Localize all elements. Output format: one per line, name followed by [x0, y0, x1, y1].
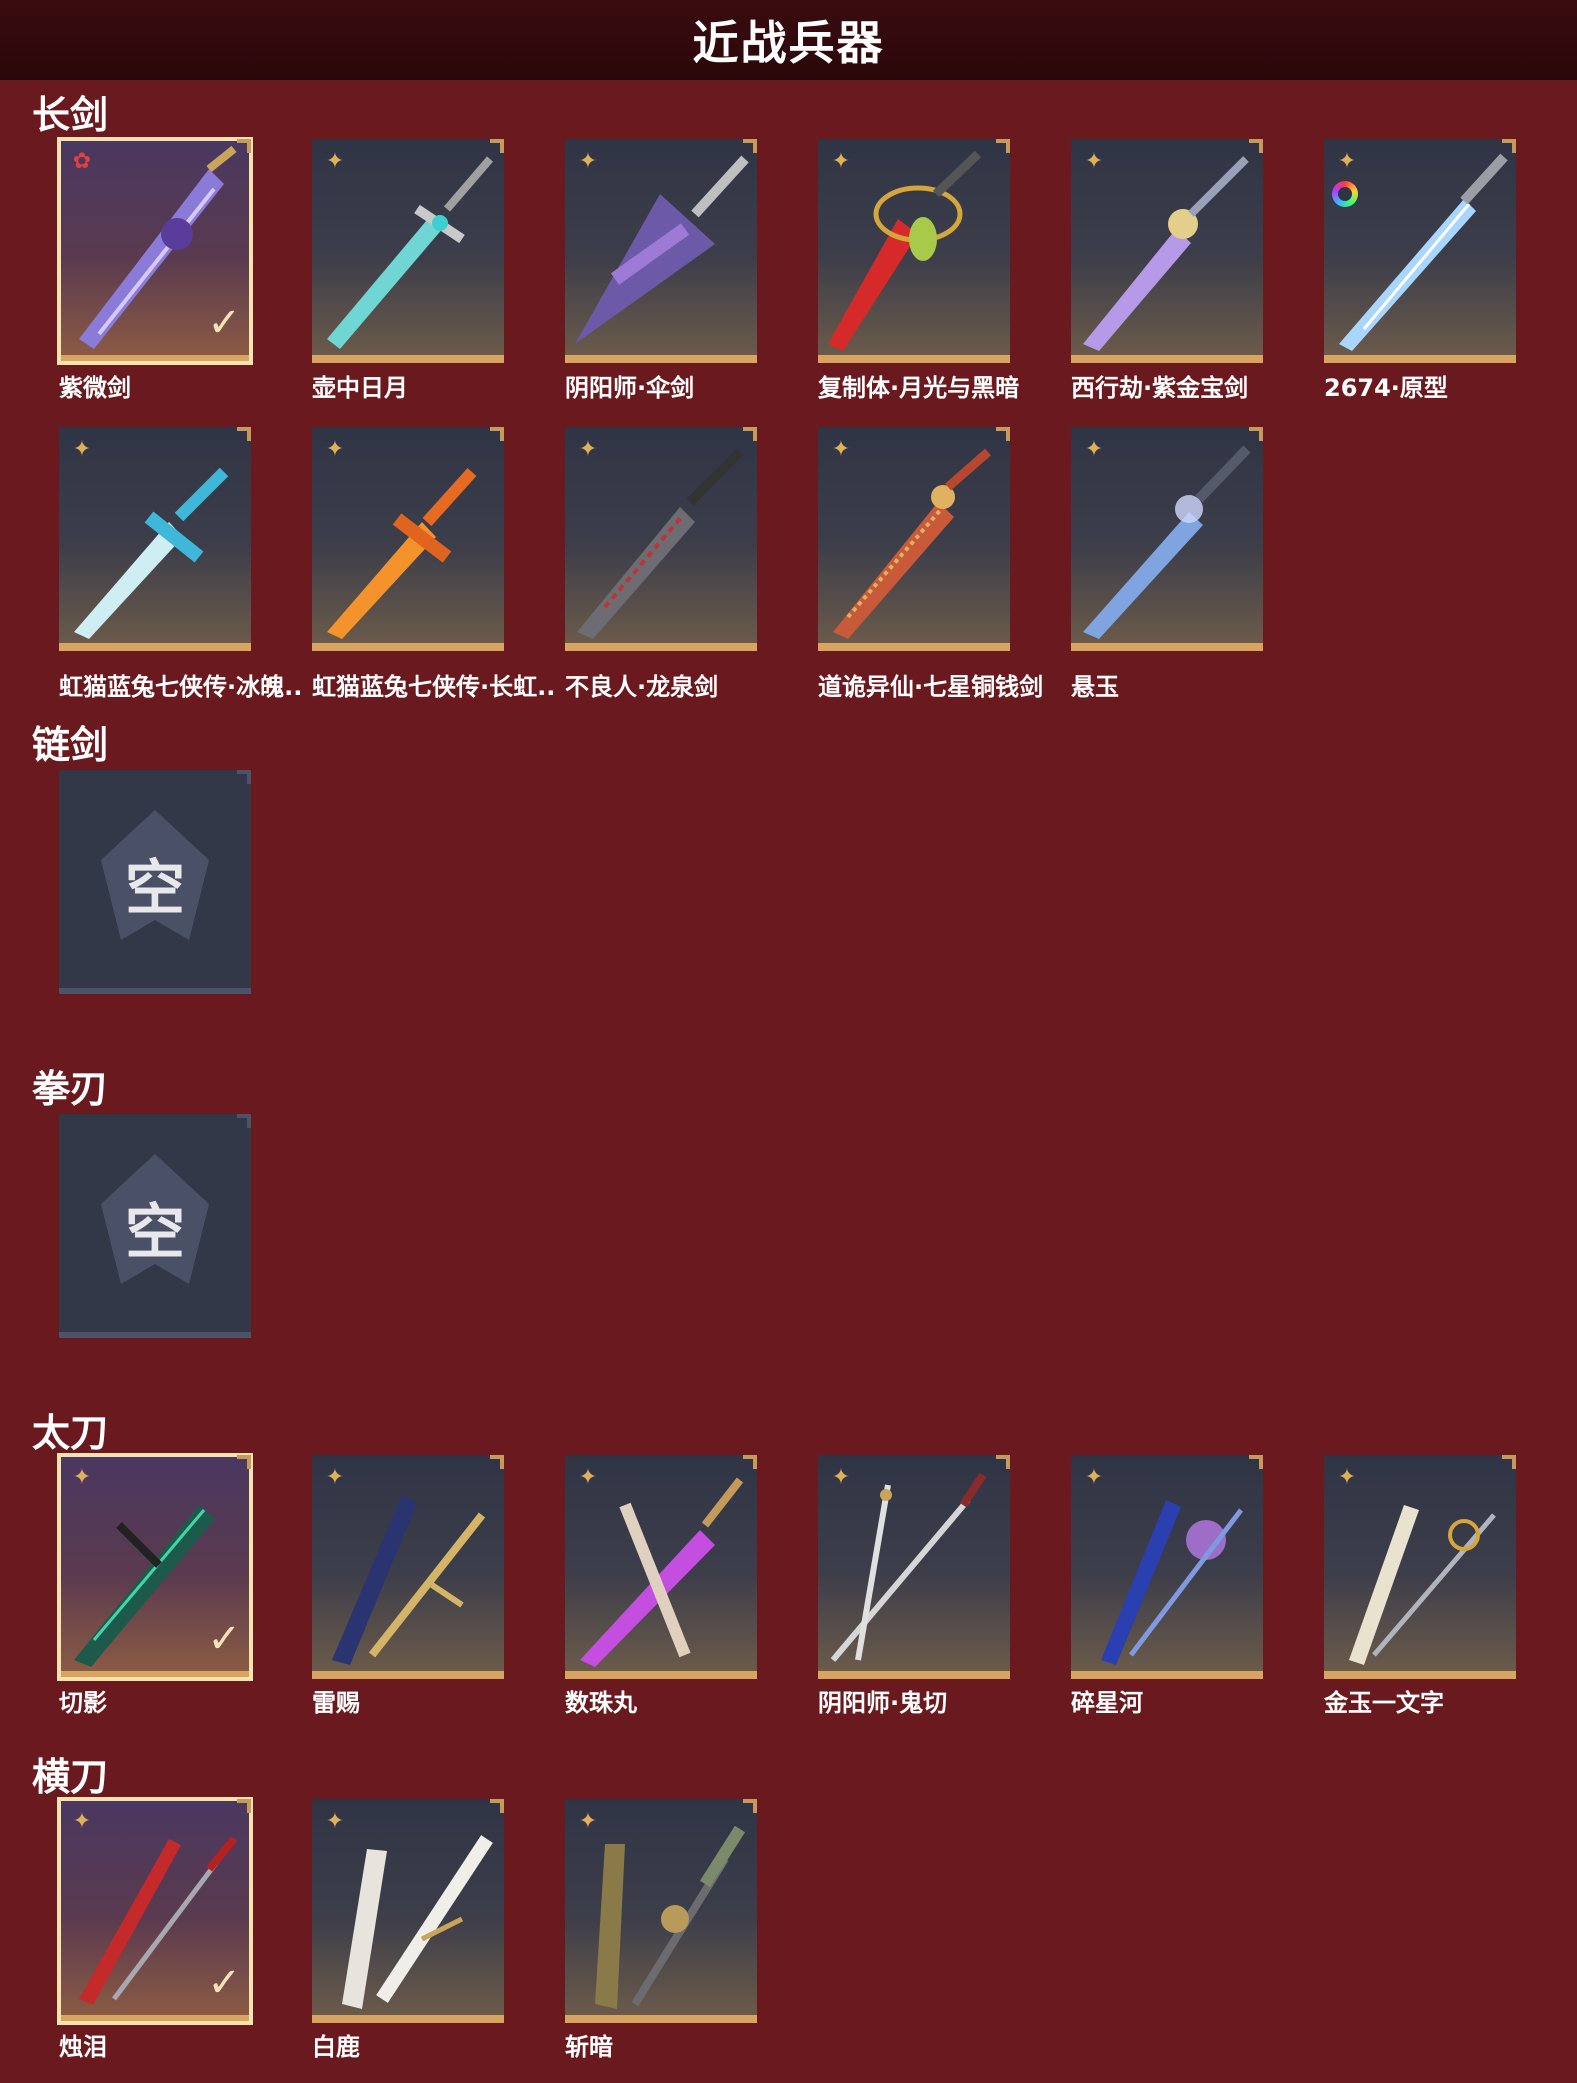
gold-flower-icon: ✦: [72, 1465, 92, 1490]
gold-flower-icon: ✦: [578, 437, 598, 462]
red-flower-icon: ✿: [72, 149, 92, 174]
weapon-card-huzhongriyue[interactable]: ✦: [312, 139, 504, 363]
weapon-label: 2674·原型: [1324, 374, 1448, 402]
weapon-label: 阴阳师·伞剑: [565, 374, 695, 402]
weapon-card-guiqie[interactable]: ✦: [818, 1455, 1010, 1679]
check-icon: ✓: [207, 300, 241, 346]
weapon-card-jinyuyiwenzi[interactable]: ✦: [1324, 1455, 1516, 1679]
empty-slot-lianjian[interactable]: 空: [59, 770, 251, 994]
corner-icon: [237, 1799, 251, 1813]
weapon-label: 斩暗: [565, 2033, 613, 2061]
weapon-label: 复制体·月光与黑暗: [818, 374, 1020, 402]
corner-icon: [996, 139, 1010, 153]
corner-icon: [490, 427, 504, 441]
weapon-label: 烛泪: [59, 2033, 107, 2061]
weapon-card-bailu[interactable]: ✦: [312, 1799, 504, 2023]
weapon-card-xuanyu[interactable]: ✦: [1071, 427, 1263, 651]
weapon-label: 雷赐: [312, 1689, 360, 1717]
empty-label: 空: [125, 854, 185, 924]
weapon-label: 悬玉: [1071, 673, 1119, 701]
gold-flower-icon: ✦: [1084, 149, 1104, 174]
weapon-label: 白鹿: [312, 2033, 360, 2061]
corner-icon: [1502, 1455, 1516, 1469]
gold-flower-icon: ✦: [72, 437, 92, 462]
page-header: 近战兵器: [0, 0, 1577, 80]
gold-flower-icon: ✦: [831, 1465, 851, 1490]
weapon-card-suixinghe[interactable]: ✦: [1071, 1455, 1263, 1679]
gold-flower-icon: ✦: [325, 1809, 345, 1834]
color-ring-icon: [1332, 181, 1358, 207]
section-title-quanren: 拳刃: [32, 1067, 109, 1111]
gold-flower-icon: ✦: [1084, 1465, 1104, 1490]
weapon-label: 西行劫·紫金宝剑: [1071, 374, 1249, 402]
weapon-label: 虹猫蓝兔七侠传·冰魄..: [59, 673, 303, 701]
corner-icon: [490, 1799, 504, 1813]
corner-icon: [996, 1455, 1010, 1469]
gold-flower-icon: ✦: [325, 1465, 345, 1490]
weapon-card-bingpo[interactable]: ✦: [59, 427, 251, 651]
gold-flower-icon: ✦: [578, 149, 598, 174]
weapon-label: 紫微剑: [59, 374, 131, 402]
weapon-card-ziweijian[interactable]: ✿ ✓: [57, 137, 253, 365]
weapon-card-2674-yuanxing[interactable]: ✦: [1324, 139, 1516, 363]
check-icon: ✓: [207, 1960, 241, 2006]
weapon-label: 数珠丸: [565, 1689, 637, 1717]
corner-icon: [743, 1799, 757, 1813]
corner-icon: [743, 427, 757, 441]
weapon-card-xixingjie[interactable]: ✦: [1071, 139, 1263, 363]
gold-flower-icon: ✦: [325, 149, 345, 174]
page-title: 近战兵器: [692, 16, 885, 70]
weapon-label: 金玉一文字: [1324, 1689, 1444, 1717]
weapon-card-fuzhiti[interactable]: ✦: [818, 139, 1010, 363]
corner-icon: [1502, 139, 1516, 153]
weapon-label: 切影: [59, 1689, 107, 1717]
gold-flower-icon: ✦: [72, 1809, 92, 1834]
weapon-card-yinyangshi-sanjian[interactable]: ✦: [565, 139, 757, 363]
weapon-label: 虹猫蓝兔七侠传·长虹..: [312, 673, 556, 701]
corner-icon: [743, 139, 757, 153]
weapon-label: 道诡异仙·七星铜钱剑: [818, 673, 1044, 701]
gold-flower-icon: ✦: [1337, 1465, 1357, 1490]
corner-icon: [996, 427, 1010, 441]
gold-flower-icon: ✦: [831, 149, 851, 174]
corner-icon: [743, 1455, 757, 1469]
weapon-card-zhanan[interactable]: ✦: [565, 1799, 757, 2023]
corner-icon: [1249, 427, 1263, 441]
corner-icon: [237, 139, 251, 153]
corner-icon: [237, 1114, 251, 1128]
section-title-lianjian: 链剑: [32, 723, 109, 767]
weapon-label: 壶中日月: [312, 374, 408, 402]
weapon-label: 不良人·龙泉剑: [565, 673, 719, 701]
weapon-card-changhong[interactable]: ✦: [312, 427, 504, 651]
gold-flower-icon: ✦: [578, 1465, 598, 1490]
empty-slot-quanren[interactable]: 空: [59, 1114, 251, 1338]
weapon-card-qieying[interactable]: ✦ ✓: [57, 1453, 253, 1681]
corner-icon: [237, 427, 251, 441]
weapon-label: 碎星河: [1071, 1689, 1143, 1717]
weapon-label: 阴阳师·鬼切: [818, 1689, 948, 1717]
section-title-taidao: 太刀: [32, 1411, 109, 1455]
section-title-hengdao: 横刀: [32, 1755, 109, 1799]
gold-flower-icon: ✦: [578, 1809, 598, 1834]
section-title-changjian: 长剑: [32, 93, 109, 137]
corner-icon: [237, 1455, 251, 1469]
check-icon: ✓: [207, 1616, 241, 1662]
empty-label: 空: [125, 1198, 185, 1268]
corner-icon: [490, 139, 504, 153]
weapon-card-longquanjian[interactable]: ✦: [565, 427, 757, 651]
gold-flower-icon: ✦: [1337, 149, 1357, 174]
weapon-card-leici[interactable]: ✦: [312, 1455, 504, 1679]
gold-flower-icon: ✦: [1084, 437, 1104, 462]
gold-flower-icon: ✦: [325, 437, 345, 462]
corner-icon: [1249, 1455, 1263, 1469]
gold-flower-icon: ✦: [831, 437, 851, 462]
weapon-card-qixingtongqianjian[interactable]: ✦: [818, 427, 1010, 651]
corner-icon: [237, 770, 251, 784]
corner-icon: [490, 1455, 504, 1469]
weapon-card-shuzhuwan[interactable]: ✦: [565, 1455, 757, 1679]
weapon-card-zhulei[interactable]: ✦ ✓: [57, 1797, 253, 2025]
corner-icon: [1249, 139, 1263, 153]
